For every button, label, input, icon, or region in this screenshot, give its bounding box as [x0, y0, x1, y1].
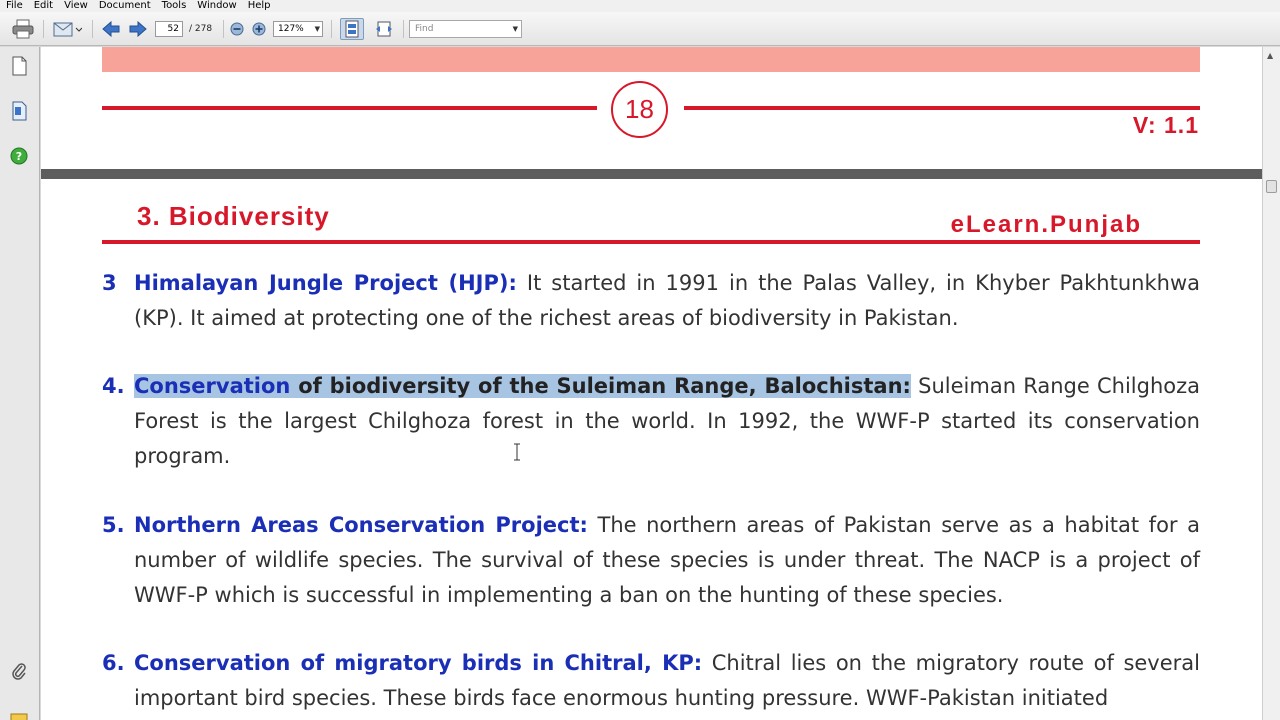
zoom-level-value: 127%: [278, 24, 304, 34]
paperclip-icon: [11, 661, 27, 685]
selected-text-highlight[interactable]: Conservation of biodiversity of the Sule…: [134, 374, 911, 398]
zoom-in-button[interactable]: [250, 18, 268, 40]
item-number: 4.: [102, 374, 125, 398]
page-number-input[interactable]: 52: [155, 21, 183, 37]
pages-button[interactable]: [8, 56, 30, 80]
email-button[interactable]: [50, 18, 84, 40]
menu-file[interactable]: File: [0, 0, 28, 12]
toolbar-separator: [223, 20, 224, 38]
text-cursor-icon: [513, 443, 521, 461]
menu-document[interactable]: Document: [93, 0, 156, 12]
toolbar: 52 / 278 127% ▼ Find ▼: [0, 12, 1280, 46]
menu-bar: File Edit View Document Tools Window Hel…: [0, 0, 1280, 12]
navigation-pane: ?: [0, 47, 40, 720]
toolbar-separator: [43, 20, 44, 38]
zoom-out-icon: [230, 22, 244, 36]
document-viewport[interactable]: 18 V: 1.1 3. Biodiversity eLearn.Punjab …: [41, 47, 1262, 720]
vertical-scrollbar[interactable]: ▲: [1262, 47, 1280, 720]
fit-page-button[interactable]: [340, 18, 364, 40]
svg-text:?: ?: [16, 150, 22, 163]
header-rule: [102, 240, 1200, 244]
fit-page-icon: [344, 20, 360, 38]
page-number-badge: 18: [611, 81, 668, 138]
item-number: 6.: [102, 651, 125, 675]
item-heading-rest: of biodiversity of the Suleiman Range, B…: [290, 374, 911, 398]
item-heading: Conservation: [134, 374, 291, 398]
menu-tools[interactable]: Tools: [156, 0, 192, 12]
page-number: 18: [625, 94, 654, 124]
find-placeholder: Find: [415, 24, 434, 34]
arrow-left-icon: [102, 21, 120, 37]
chapter-title: 3. Biodiversity: [137, 201, 330, 231]
item-text: Conservation of migratory birds in Chitr…: [134, 646, 1200, 716]
chevron-down-icon: ▼: [512, 25, 518, 33]
item-heading: Himalayan Jungle Project (HJP):: [134, 271, 517, 295]
layers-icon: [10, 709, 28, 720]
menu-help[interactable]: Help: [242, 0, 276, 12]
attachments-button[interactable]: [8, 662, 30, 684]
list-item: 5. Northern Areas Conservation Project: …: [102, 508, 1200, 613]
zoom-in-icon: [252, 22, 266, 36]
toolbar-separator: [92, 20, 93, 38]
arrow-right-icon: [129, 21, 147, 37]
chevron-down-icon: ▼: [314, 25, 320, 33]
layers-button[interactable]: [8, 707, 30, 720]
banner-bar: [102, 47, 1200, 72]
menu-window[interactable]: Window: [191, 0, 241, 12]
item-text: Northern Areas Conservation Project: The…: [134, 508, 1200, 613]
print-button[interactable]: [10, 18, 36, 40]
brand-label: eLearn.Punjab: [950, 211, 1142, 238]
previous-page-button[interactable]: [100, 18, 122, 40]
print-icon: [12, 19, 34, 39]
item-number: 3: [102, 271, 117, 295]
fit-width-icon: [375, 20, 393, 38]
menu-edit[interactable]: Edit: [28, 0, 58, 12]
footer-rule-right: [684, 106, 1200, 110]
item-text: Himalayan Jungle Project (HJP): It start…: [134, 266, 1200, 336]
list-item: 6. Conservation of migratory birds in Ch…: [102, 646, 1200, 716]
version-label: V: 1.1: [1132, 112, 1199, 138]
toolbar-separator: [331, 20, 332, 38]
pdf-page-current: 3. Biodiversity eLearn.Punjab 3 Himalaya…: [41, 179, 1262, 720]
item-text: Conservation of biodiversity of the Sule…: [134, 369, 1200, 474]
scroll-up-icon[interactable]: ▲: [1267, 51, 1273, 60]
bookmarks-icon: [11, 101, 27, 125]
toolbar-separator: [403, 20, 404, 38]
footer-rule-left: [102, 106, 597, 110]
item-heading: Northern Areas Conservation Project:: [134, 513, 588, 537]
item-number: 5.: [102, 513, 125, 537]
help-icon: ?: [10, 147, 28, 169]
zoom-level-select[interactable]: 127% ▼: [273, 21, 323, 37]
envelope-icon: [52, 19, 82, 39]
pdf-page-previous: 18 V: 1.1: [41, 47, 1262, 169]
next-page-button[interactable]: [127, 18, 149, 40]
bookmarks-button[interactable]: [8, 101, 30, 125]
zoom-out-button[interactable]: [228, 18, 246, 40]
fit-width-button[interactable]: [372, 18, 396, 40]
scrollbar-thumb[interactable]: [1266, 180, 1277, 193]
find-input[interactable]: Find ▼: [409, 20, 522, 38]
list-item: 3 Himalayan Jungle Project (HJP): It sta…: [102, 266, 1200, 336]
page-total: / 278: [189, 24, 213, 34]
list-item: 4. Conservation of biodiversity of the S…: [102, 369, 1200, 474]
help-button[interactable]: ?: [8, 147, 30, 169]
item-heading: Conservation of migratory birds in Chitr…: [134, 651, 703, 675]
pages-icon: [11, 56, 27, 80]
menu-view[interactable]: View: [58, 0, 93, 12]
